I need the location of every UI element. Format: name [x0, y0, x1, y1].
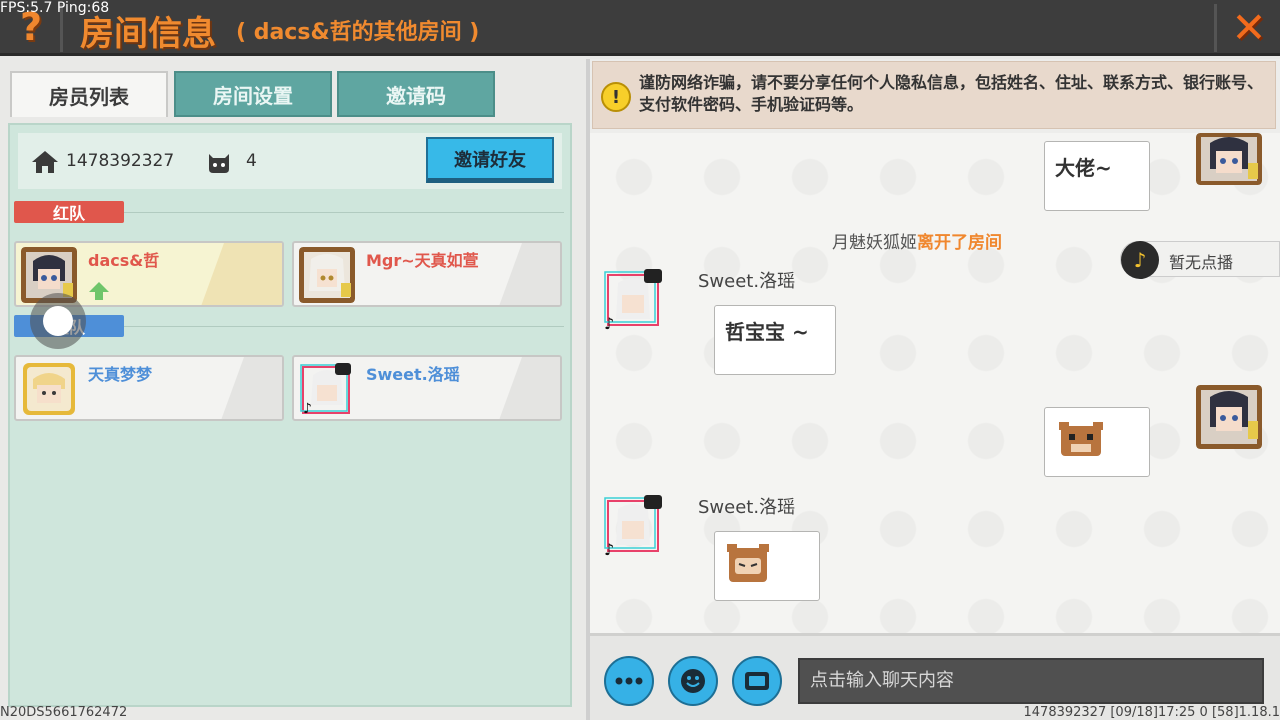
chat-background-pattern — [590, 133, 1280, 633]
tab-room-settings[interactable]: 房间设置 — [174, 71, 332, 117]
close-button[interactable]: ✕ — [1224, 2, 1274, 52]
home-icon — [32, 151, 58, 173]
member-card-tianzhen[interactable]: 天真梦梦 — [14, 355, 284, 421]
header-divider — [1214, 4, 1217, 52]
chat-input[interactable]: 点击输入聊天内容 — [798, 658, 1264, 704]
tab-members[interactable]: 房员列表 — [10, 71, 168, 117]
chat-bubble — [714, 531, 820, 601]
chat-bubble — [1044, 407, 1150, 477]
music-request-chip[interactable]: ♪ 暂无点播 — [1120, 241, 1280, 279]
member-name: Mgr~天真如萱 — [366, 251, 479, 270]
card-icon — [745, 672, 769, 690]
cow-sticker-icon — [1059, 422, 1103, 456]
chat-messages[interactable]: 大佬~ 月魅妖狐姬离开了房间 ♪ Sweet.洛瑶 哲宝宝 ~ ♪ Sweet.… — [590, 133, 1280, 633]
card-stripe — [497, 243, 560, 305]
avatar — [299, 247, 355, 303]
avatar — [23, 363, 75, 415]
room-info-bar: 1478392327 4 邀请好友 — [18, 133, 562, 189]
player-count-icon — [209, 154, 229, 173]
svg-text:♪: ♪ — [604, 540, 614, 557]
sender-name: Sweet.洛瑶 — [698, 497, 796, 518]
avatar: ♪ — [604, 495, 662, 557]
avatar — [1196, 133, 1262, 185]
page-subtitle: ( dacs&哲的其他房间 ) — [236, 20, 480, 45]
avatar — [1196, 385, 1262, 449]
members-content: 1478392327 4 邀请好友 红队 dacs&哲 Mgr~天真如萱 天真梦… — [8, 123, 572, 707]
joystick-handle[interactable] — [30, 293, 86, 349]
room-id: 1478392327 — [66, 151, 175, 171]
team-divider — [124, 212, 564, 213]
member-name: 天真梦梦 — [88, 365, 153, 384]
smiley-icon — [681, 669, 705, 693]
warning-icon: ! — [601, 82, 631, 112]
chat-panel: ! 谨防网络诈骗，请不要分享任何个人隐私信息，包括姓名、住址、联系方式、银行账号… — [590, 59, 1280, 720]
svg-text:♪: ♪ — [303, 401, 312, 417]
invite-friends-button[interactable]: 邀请好友 — [426, 137, 554, 183]
card-stripe — [497, 357, 560, 419]
more-options-button[interactable] — [604, 656, 654, 706]
team-divider — [124, 326, 564, 327]
avatar: ♪ — [604, 269, 662, 331]
music-label: 暂无点播 — [1169, 253, 1234, 272]
card-stripe — [219, 357, 282, 419]
warning-text: 谨防网络诈骗，请不要分享任何个人隐私信息，包括姓名、住址、联系方式、银行账号、支… — [639, 73, 1264, 114]
device-id: N20DS5661762472 — [0, 705, 128, 720]
system-message-action: 离开了房间 — [917, 233, 1002, 253]
player-count: 4 — [246, 151, 257, 171]
members-panel: 房员列表 房间设置 邀请码 1478392327 4 邀请好友 红队 dacs&… — [0, 59, 586, 720]
header-bar: ? 房间信息 ( dacs&哲的其他房间 ) ✕ — [0, 0, 1280, 56]
chat-bubble: 哲宝宝 ~ — [714, 305, 836, 375]
more-icon — [615, 677, 643, 685]
team-red-label: 红队 — [14, 201, 124, 223]
emoji-button[interactable] — [668, 656, 718, 706]
svg-text:♪: ♪ — [604, 314, 614, 331]
system-message-user: 月魅妖狐姬 — [832, 233, 917, 253]
chat-bubble: 大佬~ — [1044, 141, 1150, 211]
card-stripe — [199, 243, 282, 305]
sender-name: Sweet.洛瑶 — [698, 271, 796, 292]
footer-info: 1478392327 [09/18]17:25 0 [58]1.18.1 — [1023, 705, 1280, 720]
level-up-icon — [89, 282, 109, 300]
fraud-warning: ! 谨防网络诈骗，请不要分享任何个人隐私信息，包括姓名、住址、联系方式、银行账号… — [592, 61, 1276, 129]
fps-readout: FPS:5.7 Ping:68 — [0, 0, 110, 16]
card-button[interactable] — [732, 656, 782, 706]
chat-message-text: 大佬~ — [1055, 156, 1112, 180]
member-card-mgr[interactable]: Mgr~天真如萱 — [292, 241, 562, 307]
member-name: dacs&哲 — [88, 251, 160, 270]
music-note-icon: ♪ — [1121, 241, 1159, 279]
chat-message-text: 哲宝宝 ~ — [725, 320, 809, 344]
face-sticker-icon — [727, 544, 769, 582]
member-card-sweet[interactable]: ♪ Sweet.洛瑶 — [292, 355, 562, 421]
member-name: Sweet.洛瑶 — [366, 365, 460, 384]
system-message: 月魅妖狐姬离开了房间 — [832, 228, 1002, 253]
tab-invite-code[interactable]: 邀请码 — [337, 71, 495, 117]
avatar: ♪ — [300, 363, 351, 417]
